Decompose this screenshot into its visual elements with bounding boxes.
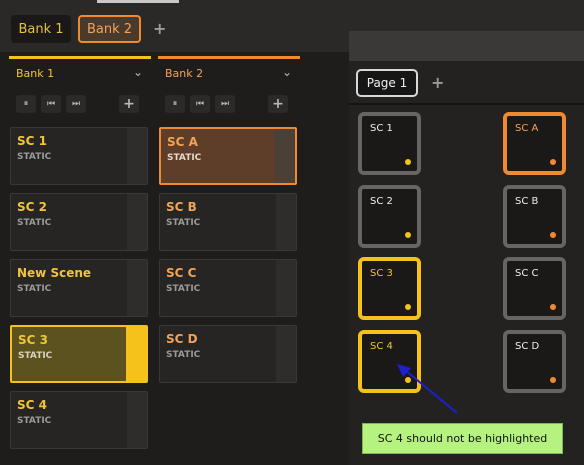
annotation-arrow-icon (397, 364, 458, 414)
annotation-note: SC 4 should not be highlighted (362, 423, 563, 454)
